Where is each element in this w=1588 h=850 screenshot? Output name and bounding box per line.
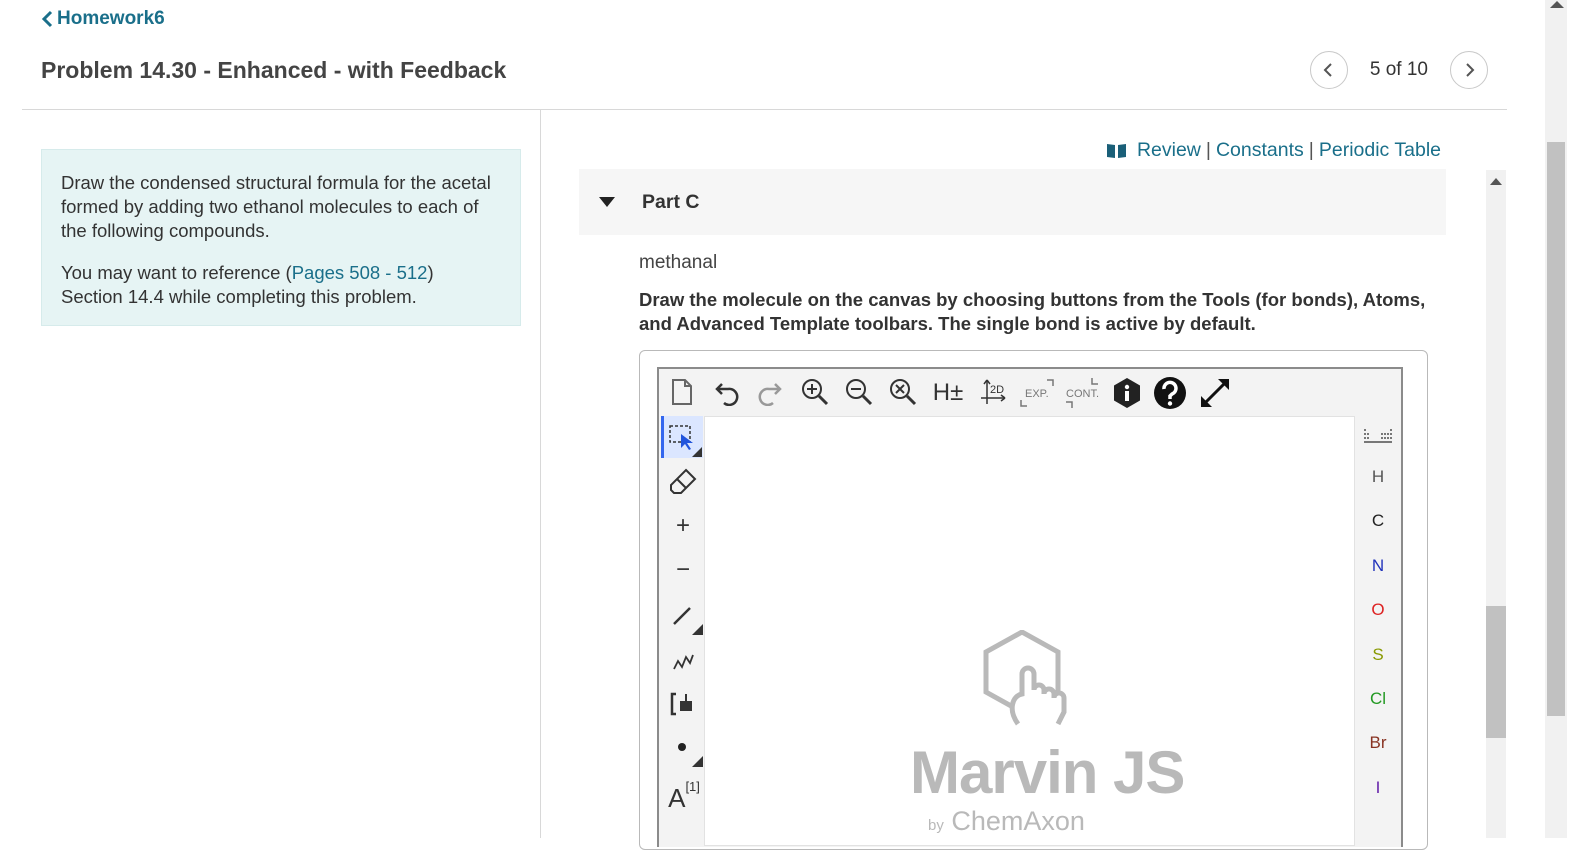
drawing-instructions: Draw the molecule on the canvas by choos… bbox=[639, 289, 1426, 334]
select-tool-button[interactable] bbox=[661, 416, 703, 458]
constants-link[interactable]: Constants bbox=[1216, 139, 1304, 162]
redo-icon[interactable] bbox=[755, 378, 785, 408]
link-separator: | bbox=[1308, 139, 1314, 161]
problem-intro-box: Draw the condensed structural formula fo… bbox=[41, 149, 521, 326]
back-to-homework-link[interactable]: Homework6 bbox=[41, 8, 165, 30]
zoom-out-icon[interactable] bbox=[843, 376, 875, 408]
atom-button-i[interactable]: I bbox=[1360, 778, 1396, 798]
decrease-charge-button[interactable]: − bbox=[664, 552, 702, 588]
clean-2d-label: 2D bbox=[990, 384, 1004, 396]
brand-by-text: by bbox=[928, 817, 944, 834]
atom-button-n[interactable]: N bbox=[1360, 556, 1396, 576]
undo-icon[interactable] bbox=[712, 378, 742, 408]
atom-button-o[interactable]: O bbox=[1360, 600, 1396, 620]
problem-intro-text: Draw the condensed structural formula fo… bbox=[61, 172, 491, 241]
caret-down-icon bbox=[599, 197, 615, 207]
atom-button-c[interactable]: C bbox=[1360, 511, 1396, 531]
chevron-right-icon bbox=[1466, 63, 1475, 77]
text-tool-letter: A bbox=[668, 782, 686, 813]
contract-group-button[interactable]: CONT. bbox=[1062, 376, 1102, 410]
header-divider bbox=[22, 109, 1507, 110]
text-tool-button[interactable]: A [1] bbox=[664, 772, 704, 813]
page-title: Problem 14.30 - Enhanced - with Feedback bbox=[41, 57, 507, 83]
scroll-up-arrow-icon[interactable] bbox=[1490, 177, 1502, 185]
chemaxon-brand: by ChemAxon bbox=[928, 806, 1085, 837]
add-explicit-hydrogens-button[interactable]: H± bbox=[930, 378, 966, 408]
panel-divider bbox=[540, 110, 541, 838]
link-separator: | bbox=[1205, 139, 1211, 161]
pager-position: 5 of 10 bbox=[1369, 59, 1428, 80]
single-bond-tool-button[interactable] bbox=[664, 596, 704, 636]
sgroup-bracket-icon[interactable] bbox=[664, 686, 702, 722]
chain-tool-icon[interactable] bbox=[664, 642, 702, 678]
zoom-reset-icon[interactable] bbox=[887, 376, 919, 408]
atom-button-br[interactable]: Br bbox=[1360, 733, 1396, 753]
contract-label: CONT. bbox=[1066, 388, 1099, 400]
review-link[interactable]: Review bbox=[1137, 139, 1201, 162]
atom-button-h[interactable]: H bbox=[1360, 467, 1396, 487]
part-label: Part C bbox=[642, 190, 700, 213]
problem-pager: 5 of 10 bbox=[1309, 51, 1488, 89]
periodic-table-icon[interactable] bbox=[1360, 422, 1396, 450]
marvin-js-brand: Marvin JS bbox=[910, 739, 1185, 806]
eraser-icon[interactable] bbox=[664, 462, 702, 502]
part-scrollbar-thumb[interactable] bbox=[1486, 606, 1506, 738]
brand-company-text: ChemAxon bbox=[951, 806, 1085, 836]
fullscreen-icon[interactable] bbox=[1197, 375, 1233, 411]
expand-label: EXP. bbox=[1025, 388, 1049, 400]
increase-charge-button[interactable]: + bbox=[664, 508, 702, 544]
text-tool-superscript: [1] bbox=[685, 778, 700, 794]
resource-links: Review | Constants | Periodic Table bbox=[1106, 139, 1441, 162]
periodic-table-link[interactable]: Periodic Table bbox=[1319, 139, 1441, 162]
chevron-left-icon bbox=[1323, 63, 1332, 77]
back-link-label: Homework6 bbox=[57, 8, 165, 29]
new-document-icon[interactable] bbox=[668, 376, 696, 408]
part-c-header[interactable]: Part C bbox=[579, 169, 1446, 235]
page-scrollbar-thumb[interactable] bbox=[1547, 142, 1565, 716]
help-icon[interactable] bbox=[1152, 375, 1188, 411]
clean-2d-button[interactable]: 2D bbox=[976, 376, 1010, 408]
atom-button-s[interactable]: S bbox=[1360, 645, 1396, 665]
reference-text: You may want to reference (Pages 508 - 5… bbox=[61, 261, 501, 309]
chevron-left-icon bbox=[41, 10, 53, 28]
radical-tool-button[interactable] bbox=[664, 728, 704, 768]
previous-problem-button[interactable] bbox=[1309, 51, 1348, 89]
marvin-hand-logo-icon bbox=[983, 630, 1067, 726]
next-problem-button[interactable] bbox=[1450, 51, 1488, 89]
page-scroll-up-arrow-icon[interactable] bbox=[1550, 0, 1564, 8]
compound-name: methanal bbox=[639, 252, 718, 273]
reference-suffix: ) bbox=[427, 262, 434, 283]
pages-reference-link[interactable]: Pages 508 - 512 bbox=[292, 262, 428, 283]
zoom-in-icon[interactable] bbox=[799, 376, 831, 408]
book-icon bbox=[1106, 144, 1126, 158]
atom-button-cl[interactable]: Cl bbox=[1360, 689, 1396, 709]
expand-group-button[interactable]: EXP. bbox=[1018, 376, 1056, 410]
rectangle-select-icon bbox=[669, 425, 702, 457]
reference-prefix: You may want to reference ( bbox=[61, 262, 292, 283]
reference-section-text: Section 14.4 while completing this probl… bbox=[61, 286, 417, 307]
info-icon[interactable] bbox=[1111, 376, 1143, 410]
